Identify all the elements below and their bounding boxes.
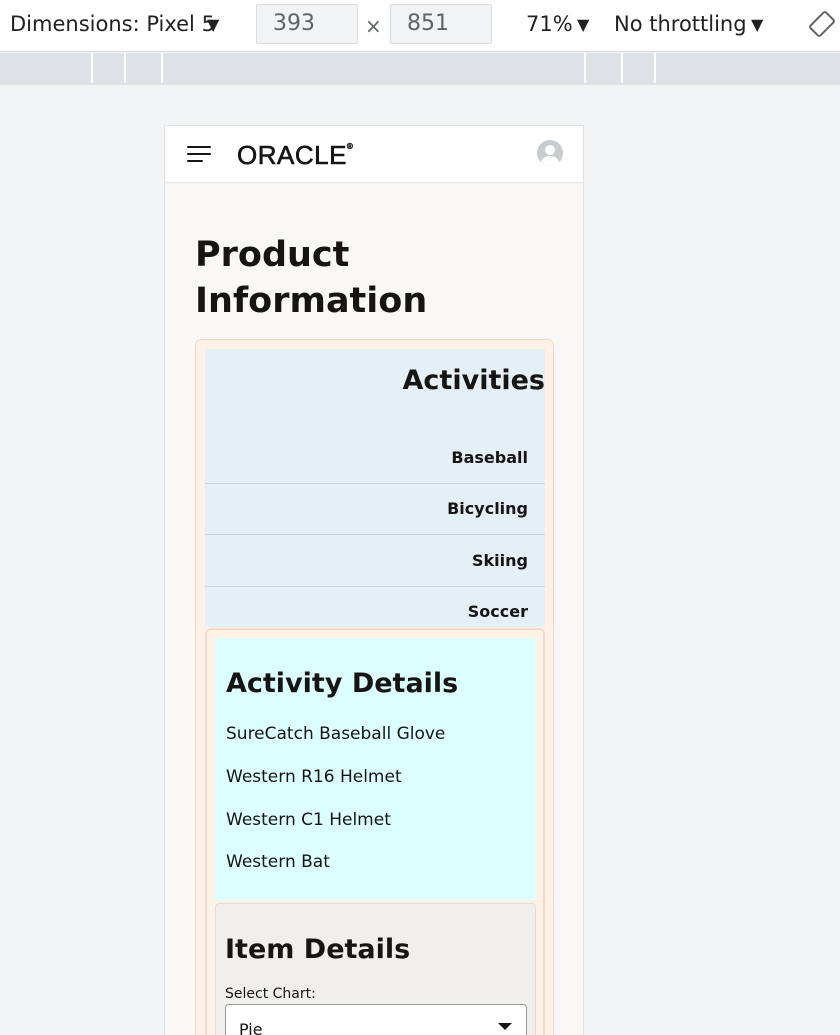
hamburger-menu-icon[interactable] bbox=[187, 146, 213, 164]
activity-details-heading: Activity Details bbox=[226, 668, 459, 699]
zoom-select[interactable]: 71% bbox=[526, 12, 573, 36]
media-query-ruler[interactable] bbox=[0, 53, 840, 85]
activity-detail-item[interactable]: Western C1 Helmet bbox=[226, 810, 391, 830]
throttling-select[interactable]: No throttling bbox=[614, 12, 747, 36]
user-avatar-icon[interactable] bbox=[537, 140, 563, 166]
activities-heading: Activities bbox=[402, 365, 545, 396]
zoom-dropdown-icon[interactable]: ▼ bbox=[577, 15, 589, 34]
select-chart-label: Select Chart: bbox=[225, 986, 316, 1002]
app-header: ORACLE® bbox=[165, 126, 583, 183]
height-input[interactable]: 851 bbox=[390, 4, 492, 44]
details-container: Activity Details SureCatch Baseball Glov… bbox=[205, 628, 545, 1035]
activity-detail-item[interactable]: SureCatch Baseball Glove bbox=[226, 724, 445, 744]
activity-item-baseball[interactable]: Baseball bbox=[205, 433, 545, 484]
dimensions-dropdown-icon[interactable]: ▼ bbox=[207, 15, 219, 34]
activity-detail-item[interactable]: Western Bat bbox=[226, 852, 330, 872]
oracle-logo: ORACLE® bbox=[237, 140, 354, 171]
page-title: Product Information bbox=[195, 235, 428, 321]
device-dimensions-select[interactable]: Dimensions: Pixel 5 bbox=[10, 12, 215, 36]
product-panel: Activities Baseball Bicycling Skiing Soc… bbox=[195, 339, 554, 1035]
activity-item-bicycling[interactable]: Bicycling bbox=[205, 484, 545, 535]
times-sign: × bbox=[365, 14, 382, 38]
width-input[interactable]: 393 bbox=[256, 4, 358, 44]
device-viewport: ORACLE® Product Information Activities B… bbox=[164, 125, 584, 1035]
activities-list: Activities Baseball Bicycling Skiing Soc… bbox=[205, 349, 545, 627]
throttling-dropdown-icon[interactable]: ▼ bbox=[751, 15, 763, 34]
activity-detail-item[interactable]: Western R16 Helmet bbox=[226, 767, 402, 787]
item-details-heading: Item Details bbox=[225, 934, 411, 965]
rotate-icon[interactable] bbox=[808, 10, 836, 38]
activity-item-skiing[interactable]: Skiing bbox=[205, 536, 545, 587]
item-details-panel: Item Details Select Chart: Pie bbox=[215, 903, 536, 1035]
chart-type-select[interactable]: Pie bbox=[225, 1004, 527, 1035]
chart-type-value: Pie bbox=[239, 1020, 263, 1035]
devtools-toolbar: Dimensions: Pixel 5 ▼ 393 × 851 71% ▼ No… bbox=[0, 0, 840, 52]
chevron-down-icon bbox=[498, 1023, 512, 1030]
activity-details-panel: Activity Details SureCatch Baseball Glov… bbox=[215, 638, 536, 900]
